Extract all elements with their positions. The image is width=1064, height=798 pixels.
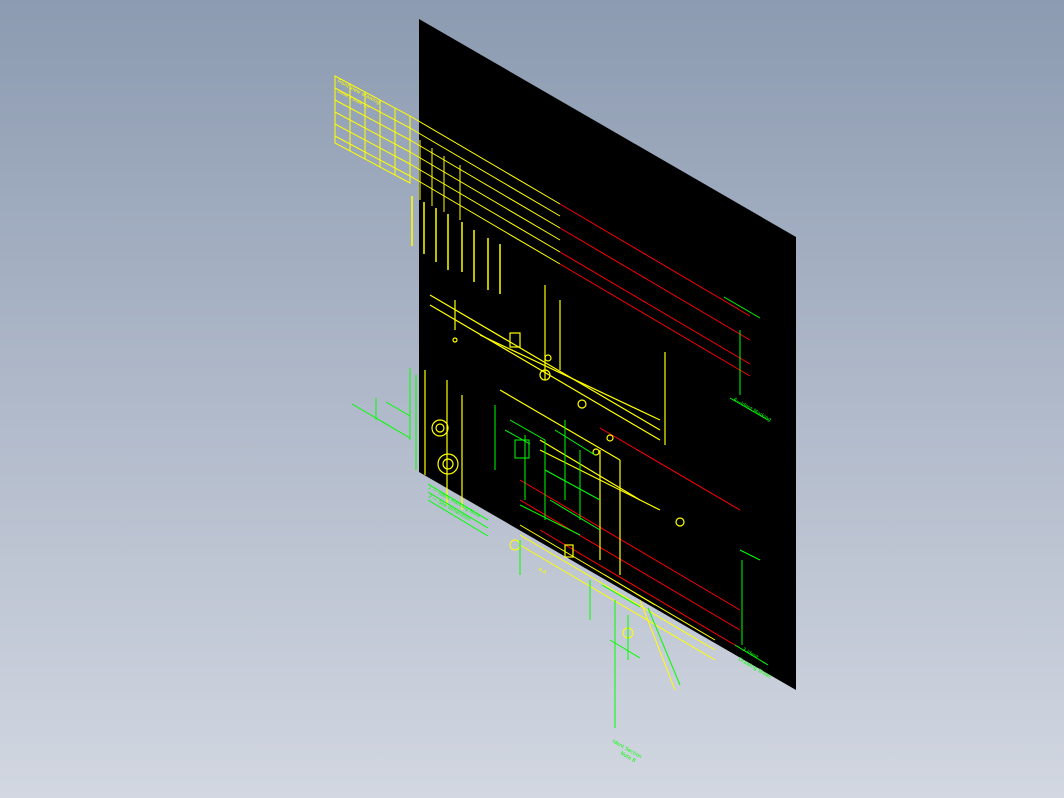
drawing-sheet[interactable] bbox=[419, 19, 796, 690]
section-label: A-A bbox=[537, 567, 548, 577]
isometric-drawing-view[interactable]: Front view drawing Detail B Scale 1:5 1 … bbox=[0, 0, 1064, 798]
cad-viewport[interactable]: Front view drawing Detail B Scale 1:5 1 … bbox=[0, 0, 1064, 798]
